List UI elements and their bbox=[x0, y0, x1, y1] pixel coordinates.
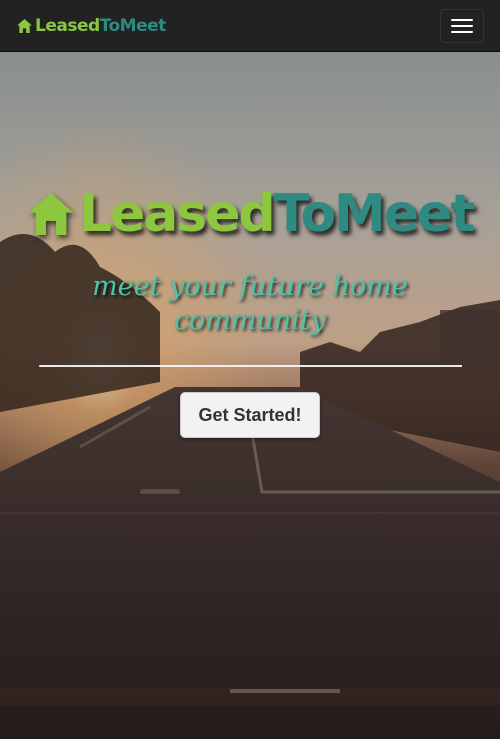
brand-link[interactable]: LeasedToMeet bbox=[17, 16, 166, 36]
hero-title-part1: Leased bbox=[78, 184, 276, 244]
hero-title: LeasedToMeet bbox=[0, 188, 500, 240]
hero-section: LeasedToMeet meet your future home commu… bbox=[0, 52, 500, 739]
hamburger-menu-icon-bar bbox=[451, 18, 473, 21]
hero-tagline: meet your future home community bbox=[92, 271, 408, 336]
brand-name: LeasedToMeet bbox=[35, 16, 166, 36]
brand-name-part2: ToMeet bbox=[99, 15, 167, 36]
get-started-button[interactable]: Get Started! bbox=[180, 392, 320, 438]
navbar: LeasedToMeet bbox=[0, 0, 500, 52]
home-icon bbox=[17, 18, 32, 33]
home-icon bbox=[28, 193, 74, 235]
hamburger-menu-icon-bar bbox=[451, 30, 473, 33]
brand-name-part1: Leased bbox=[35, 15, 100, 36]
hamburger-menu-icon-bar bbox=[451, 24, 473, 27]
hero-content: LeasedToMeet meet your future home commu… bbox=[0, 52, 500, 739]
navbar-toggle-button[interactable] bbox=[440, 8, 484, 43]
hero-divider bbox=[39, 365, 462, 367]
hero-title-text: LeasedToMeet bbox=[79, 188, 475, 240]
hero-title-part2: ToMeet bbox=[273, 184, 475, 244]
